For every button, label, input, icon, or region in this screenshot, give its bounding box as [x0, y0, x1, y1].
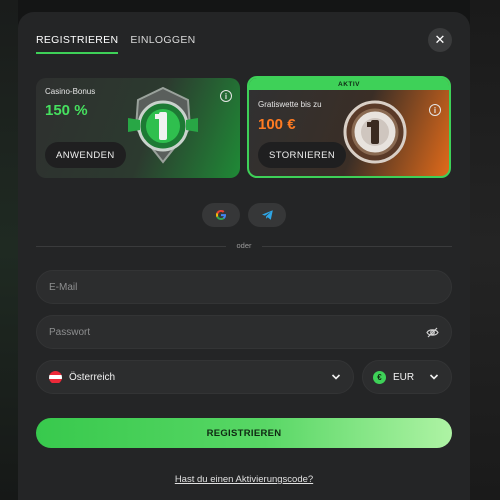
country-select[interactable]: Österreich [36, 360, 354, 394]
casino-bonus-amount: 150 % [45, 102, 88, 119]
registration-modal: REGISTRIEREN EINLOGGEN ✕ Casino-Bonus 15… [18, 12, 470, 500]
backdrop-right [470, 0, 500, 500]
tab-register[interactable]: REGISTRIEREN [36, 34, 119, 54]
casino-bonus-card[interactable]: Casino-Bonus 150 % i ANWENDEN [36, 78, 240, 178]
sport-bonus-title: Gratiswette bis zu [258, 100, 322, 109]
tab-login[interactable]: EINLOGGEN [130, 34, 195, 54]
close-icon: ✕ [434, 32, 446, 47]
chevron-down-icon [331, 374, 341, 380]
social-login [18, 203, 470, 227]
email-placeholder: E-Mail [49, 281, 78, 293]
casino-medal-icon [128, 86, 198, 164]
email-field[interactable]: E-Mail [36, 270, 452, 304]
google-icon [216, 210, 226, 220]
sport-medal-icon [343, 100, 407, 164]
apply-bonus-button[interactable]: ANWENDEN [45, 142, 126, 168]
casino-bonus-title: Casino-Bonus [45, 87, 96, 96]
euro-icon: € [373, 370, 386, 384]
info-icon[interactable]: i [429, 104, 441, 116]
active-badge: AKTIV [249, 78, 449, 90]
close-button[interactable]: ✕ [428, 28, 452, 52]
austria-flag-icon [49, 370, 62, 384]
chevron-down-icon [429, 374, 439, 380]
password-placeholder: Passwort [49, 326, 91, 338]
sport-bonus-amount: 100 € [258, 116, 296, 133]
cancel-bonus-button[interactable]: STORNIEREN [258, 142, 347, 168]
currency-select[interactable]: € EUR [362, 360, 452, 394]
country-value: Österreich [69, 371, 116, 383]
currency-value: EUR [393, 371, 415, 383]
activation-code-link[interactable]: Hast du einen Aktivierungscode? [18, 474, 470, 485]
telegram-icon [261, 210, 273, 220]
password-field[interactable]: Passwort [36, 315, 452, 349]
auth-tabs: REGISTRIEREN EINLOGGEN [36, 34, 196, 54]
divider-text: oder [226, 241, 262, 250]
backdrop-left [0, 0, 18, 500]
google-login-button[interactable] [202, 203, 240, 227]
register-button[interactable]: REGISTRIEREN [36, 418, 452, 448]
info-icon[interactable]: i [220, 90, 232, 102]
eye-off-icon[interactable] [426, 327, 439, 338]
sport-bonus-card[interactable]: AKTIV Gratiswette bis zu 100 € i STORNIE… [247, 76, 451, 178]
telegram-login-button[interactable] [248, 203, 286, 227]
